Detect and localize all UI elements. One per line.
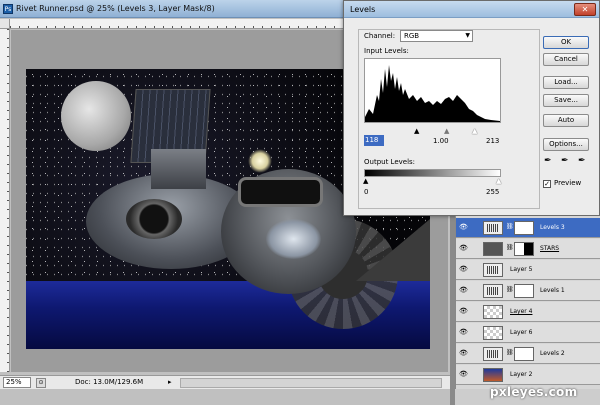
layer-thumbnail (483, 263, 503, 277)
adjustment-thumbnail (483, 347, 503, 361)
input-white-field[interactable]: 213 (486, 136, 499, 147)
light-glow (248, 149, 272, 173)
eye-icon[interactable]: 👁 (459, 328, 468, 336)
adjustment-thumbnail (483, 221, 503, 235)
input-gamma-field[interactable]: 1.00 (433, 136, 449, 147)
status-info-icon[interactable]: ⊙ (36, 378, 46, 388)
preview-label: Preview (554, 179, 582, 187)
watermark: pxleyes.com (490, 385, 578, 399)
input-black-field[interactable]: 118 (364, 135, 384, 146)
layer-row-layer-6[interactable]: 👁 Layer 6 (456, 323, 600, 343)
layer-name: Levels 2 (540, 350, 565, 357)
levels-dialog: Levels ✕ Channel: RGB ▼ Input Levels: ▲ … (343, 0, 600, 216)
input-gamma-slider-handle[interactable]: ▲ (444, 127, 449, 135)
black-eyedropper-icon[interactable]: ✒ (544, 156, 552, 166)
layer-row-layer-4[interactable]: 👁 Layer 4 (456, 302, 600, 322)
submarine-porthole (126, 199, 182, 239)
horizontal-scrollbar[interactable] (180, 378, 442, 388)
levels-title: Levels (350, 5, 376, 14)
layer-mask-thumbnail[interactable] (514, 242, 534, 256)
chain-link-icon[interactable]: ⛓ (506, 349, 514, 356)
cancel-button[interactable]: Cancel (543, 53, 589, 66)
chain-link-icon[interactable]: ⛓ (506, 223, 514, 230)
vertical-ruler[interactable] (0, 29, 10, 372)
submarine-tower (151, 149, 206, 189)
document-title: Rivet Runner.psd @ 25% (Levels 3, Layer … (16, 4, 215, 13)
layer-thumbnail (483, 368, 503, 382)
document-size: Doc: 13.0M/129.6M (75, 378, 144, 386)
output-levels-gradient[interactable] (364, 169, 501, 177)
layer-name: Levels 3 (540, 224, 565, 231)
output-black-slider-handle[interactable]: ▲ (363, 177, 368, 185)
layer-name: STARS (540, 245, 560, 252)
layer-mask-thumbnail[interactable] (514, 284, 534, 298)
layer-thumbnail (483, 305, 503, 319)
eye-icon[interactable]: 👁 (459, 286, 468, 294)
eye-icon[interactable]: 👁 (459, 223, 468, 231)
photoshop-icon: Ps (3, 4, 13, 14)
output-levels-label: Output Levels: (364, 158, 416, 166)
save-button[interactable]: Save... (543, 94, 589, 107)
preview-checkbox[interactable]: ✓ (543, 180, 551, 188)
layer-mask-thumbnail[interactable] (514, 221, 534, 235)
ruler-corner[interactable] (0, 19, 10, 29)
eye-icon[interactable]: 👁 (459, 349, 468, 357)
gray-eyedropper-icon[interactable]: ✒ (561, 156, 569, 166)
histogram-shape (365, 65, 500, 122)
layer-row-stars[interactable]: 👁 ⛓ STARS (456, 239, 600, 259)
layer-name: Levels 1 (540, 287, 565, 294)
input-white-slider-handle[interactable]: ▲ (472, 127, 477, 135)
output-white-field[interactable]: 255 (486, 187, 499, 198)
output-black-field[interactable]: 0 (364, 187, 368, 198)
layer-row-levels-3[interactable]: 👁 ⛓ Levels 3 (456, 218, 600, 238)
layer-name: Layer 4 (510, 308, 533, 315)
auto-button[interactable]: Auto (543, 114, 589, 127)
load-button[interactable]: Load... (543, 76, 589, 89)
eye-icon[interactable]: 👁 (459, 307, 468, 315)
input-levels-slider[interactable] (364, 125, 501, 133)
moon-image (61, 81, 131, 151)
chain-link-icon[interactable]: ⛓ (506, 286, 514, 293)
zoom-level-field[interactable]: 25% (3, 377, 31, 388)
eye-icon[interactable]: 👁 (459, 265, 468, 273)
chain-link-icon[interactable]: ⛓ (506, 244, 514, 251)
layer-name: Layer 2 (510, 371, 533, 378)
submarine-window (238, 177, 323, 207)
eye-icon[interactable]: 👁 (459, 370, 468, 378)
input-levels-label: Input Levels: (364, 47, 409, 55)
layer-thumbnail (483, 326, 503, 340)
layer-row-levels-1[interactable]: 👁 ⛓ Levels 1 (456, 281, 600, 301)
white-eyedropper-icon[interactable]: ✒ (578, 156, 586, 166)
channel-value: RGB (404, 32, 420, 40)
channel-label: Channel: (364, 32, 396, 40)
histogram-graph (365, 65, 500, 122)
output-white-slider-handle[interactable]: ▲ (496, 177, 501, 185)
shadow-shape (356, 219, 430, 281)
layer-name: Layer 5 (510, 266, 533, 273)
channel-select[interactable]: RGB ▼ (400, 30, 473, 42)
layer-row-layer-2[interactable]: 👁 Layer 2 (456, 365, 600, 385)
chevron-down-icon: ▼ (465, 32, 470, 39)
layer-name: Layer 6 (510, 329, 533, 336)
layers-panel: 👁 ⛓ Levels 3 👁 ⛓ STARS 👁 Layer 5 👁 ⛓ Lev… (455, 216, 600, 389)
adjustment-thumbnail (483, 284, 503, 298)
layer-mask-thumbnail[interactable] (514, 347, 534, 361)
input-black-slider-handle[interactable]: ▲ (414, 127, 419, 135)
layer-thumbnail (483, 242, 503, 256)
close-icon[interactable]: ✕ (574, 3, 596, 16)
options-button[interactable]: Options... (543, 138, 589, 151)
levels-titlebar[interactable]: Levels ✕ (344, 1, 599, 18)
ok-button[interactable]: OK (543, 36, 589, 49)
layer-row-levels-2[interactable]: 👁 ⛓ Levels 2 (456, 344, 600, 364)
cloud-reflection (266, 219, 321, 259)
layer-row-layer-5[interactable]: 👁 Layer 5 (456, 260, 600, 280)
status-arrow-icon[interactable]: ▸ (168, 378, 172, 386)
status-bar: 25% ⊙ Doc: 13.0M/129.6M ▸ (0, 375, 450, 389)
eye-icon[interactable]: 👁 (459, 244, 468, 252)
histogram (364, 58, 501, 123)
